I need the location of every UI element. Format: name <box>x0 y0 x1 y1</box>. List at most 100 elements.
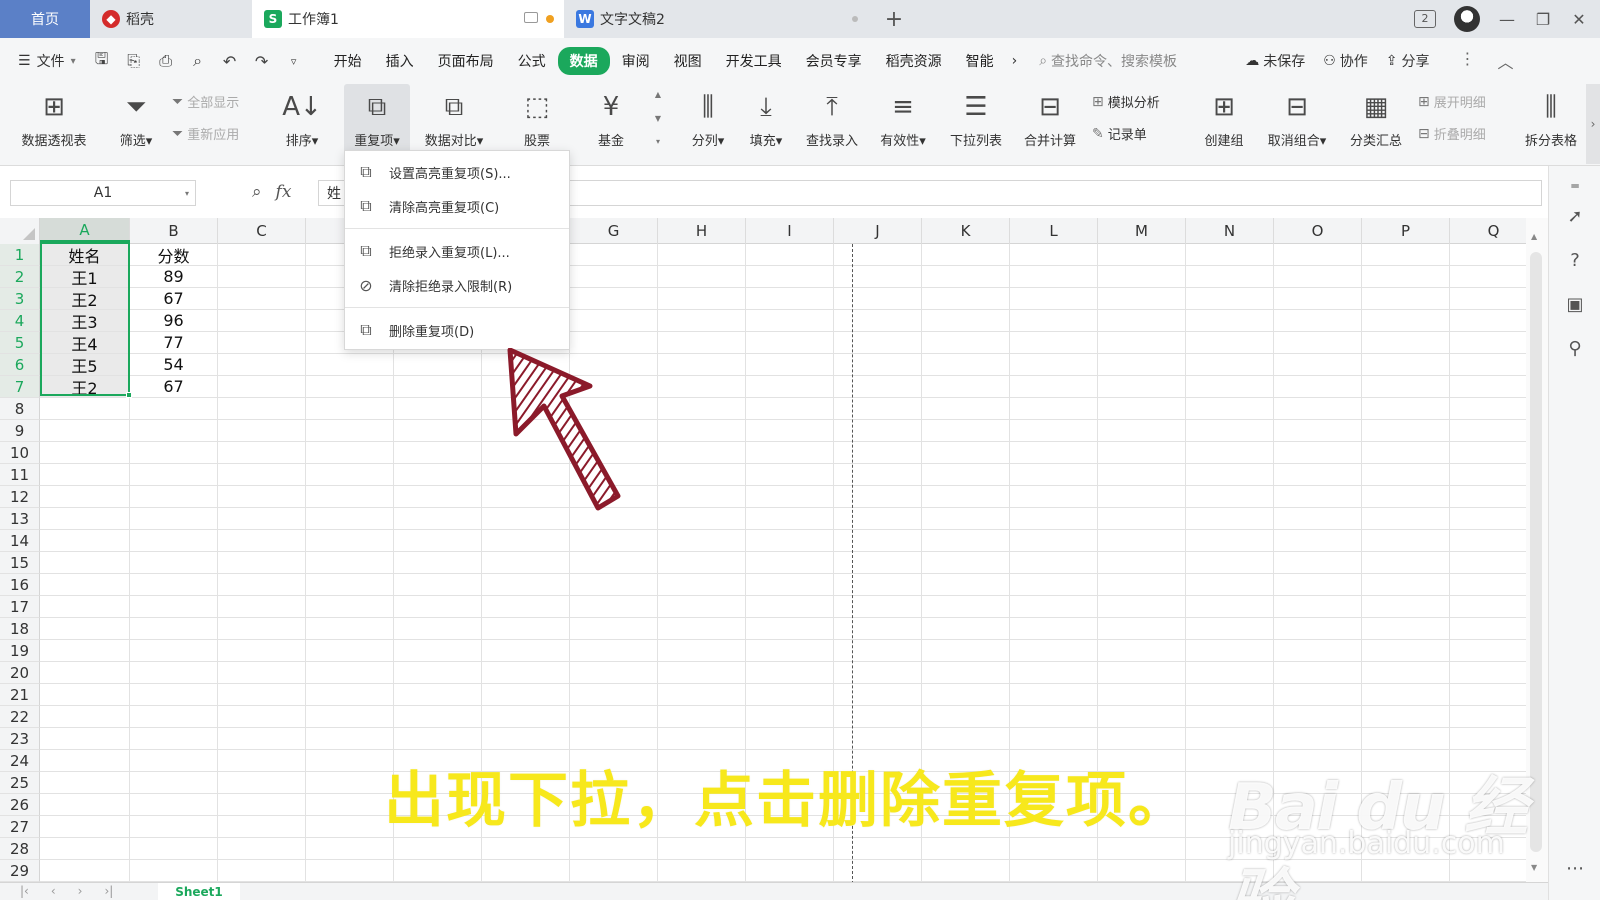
row-header-3[interactable]: 3 <box>0 288 40 310</box>
menu-item-clear-reject-restriction[interactable]: ⊘ 清除拒绝录入限制(R) <box>345 268 569 302</box>
row-header-16[interactable]: 16 <box>0 574 40 596</box>
more-tabs-icon[interactable]: › <box>1006 53 1024 69</box>
ribbon-scroll-right-icon[interactable]: › <box>1586 84 1600 164</box>
row-header-21[interactable]: 21 <box>0 684 40 706</box>
tab-menu-1[interactable]: 插入 <box>374 47 426 75</box>
row-header-24[interactable]: 24 <box>0 750 40 772</box>
name-box[interactable]: A1 ▾ <box>10 180 196 206</box>
column-header-k[interactable]: K <box>922 218 1010 244</box>
unsaved-button[interactable]: ☁ 未保存 <box>1245 51 1305 71</box>
split-table-button[interactable]: ⫼ 拆分表格 <box>1520 84 1582 164</box>
column-header-i[interactable]: I <box>746 218 834 244</box>
row-header-23[interactable]: 23 <box>0 728 40 750</box>
scroll-up-icon[interactable]: ▲ <box>655 90 661 99</box>
tab-workbook[interactable]: S 工作簿1 <box>252 0 564 38</box>
row-header-15[interactable]: 15 <box>0 552 40 574</box>
cell-a1[interactable]: 姓名 <box>40 244 129 266</box>
file-menu-button[interactable]: ☰ 文件 ▾ <box>0 51 92 71</box>
cell-a4[interactable]: 王3 <box>40 310 129 332</box>
row-header-29[interactable]: 29 <box>0 860 40 882</box>
column-header-n[interactable]: N <box>1186 218 1274 244</box>
ungroup-button[interactable]: ⊟ 取消组合▾ <box>1260 84 1334 164</box>
zoom-search-icon[interactable]: ⌕ <box>252 182 262 202</box>
consolidate-button[interactable]: ⊟ 合并计算 <box>1018 84 1082 164</box>
row-header-18[interactable]: 18 <box>0 618 40 640</box>
menu-item-reject-duplicate-entry[interactable]: ⧉ 拒绝录入重复项(L)... <box>345 234 569 268</box>
column-header-a[interactable]: A <box>40 218 130 244</box>
cell-b6[interactable]: 54 <box>130 354 217 375</box>
menu-item-delete-duplicates[interactable]: ⧉ 删除重复项(D) <box>345 313 569 347</box>
tab-menu-2[interactable]: 页面布局 <box>426 47 506 75</box>
cell-b4[interactable]: 96 <box>130 310 217 331</box>
export-icon[interactable]: ⎘ <box>124 51 144 71</box>
vertical-scrollbar[interactable]: ▲ ▼ <box>1526 218 1548 882</box>
scroll-down-icon[interactable]: ▼ <box>655 114 661 123</box>
redo-icon[interactable]: ↷ <box>252 51 272 71</box>
collapse-detail-button[interactable]: ⊟ 折叠明细 <box>1418 124 1486 144</box>
scrollbar-thumb[interactable] <box>1530 252 1542 852</box>
tab-menu-9[interactable]: 稻壳资源 <box>874 47 954 75</box>
dropdown-list-button[interactable]: ☰ 下拉列表 <box>944 84 1008 164</box>
column-header-o[interactable]: O <box>1274 218 1362 244</box>
image-tool-icon[interactable]: ▣ <box>1563 292 1587 316</box>
new-tab-button[interactable]: + <box>874 0 914 38</box>
close-icon[interactable]: ✕ <box>1570 10 1588 29</box>
sidebar-collapse-icon[interactable]: ═ <box>1563 174 1587 198</box>
pivot-table-button[interactable]: ⊞ 数据透视表 <box>14 84 94 164</box>
row-header-6[interactable]: 6 <box>0 354 40 376</box>
row-header-19[interactable]: 19 <box>0 640 40 662</box>
fill-handle[interactable] <box>126 392 132 398</box>
create-group-button[interactable]: ⊞ 创建组 <box>1196 84 1252 164</box>
undo-icon[interactable]: ↶ <box>220 51 240 71</box>
avatar[interactable] <box>1454 6 1480 32</box>
cell-a3[interactable]: 王2 <box>40 288 129 310</box>
collab-button[interactable]: ⚇ 协作 <box>1323 51 1368 71</box>
next-sheet-icon[interactable]: › <box>78 884 83 898</box>
tab-menu-7[interactable]: 开发工具 <box>714 47 794 75</box>
show-all-button[interactable]: ⏷ 全部显示 <box>172 92 239 112</box>
fill-button[interactable]: ⤓ 填充▾ <box>738 84 794 164</box>
row-header-2[interactable]: 2 <box>0 266 40 288</box>
tab-menu-10[interactable]: 智能 <box>954 47 1006 75</box>
row-header-17[interactable]: 17 <box>0 596 40 618</box>
collapse-ribbon-icon[interactable]: ︿ <box>1498 49 1514 73</box>
tab-daoke[interactable]: ◆ 稻壳 <box>90 0 252 38</box>
gallery-expand-icon[interactable]: ▾ <box>656 137 660 146</box>
what-if-analysis-button[interactable]: ⊞ 模拟分析 <box>1092 92 1160 112</box>
cell-a7[interactable]: 王2 <box>40 376 129 398</box>
tab-menu-0[interactable]: 开始 <box>322 47 374 75</box>
scroll-down-icon[interactable]: ▼ <box>1531 863 1537 872</box>
expand-detail-button[interactable]: ⊞ 展开明细 <box>1418 92 1486 112</box>
column-header-m[interactable]: M <box>1098 218 1186 244</box>
share-button[interactable]: ⇪ 分享 <box>1386 51 1430 71</box>
last-sheet-icon[interactable]: ›| <box>104 884 113 898</box>
menu-item-clear-highlight-duplicates[interactable]: ⧉ 清除高亮重复项(C) <box>345 189 569 223</box>
row-header-20[interactable]: 20 <box>0 662 40 684</box>
tab-document[interactable]: W 文字文稿2 <box>564 0 874 38</box>
row-header-27[interactable]: 27 <box>0 816 40 838</box>
row-header-22[interactable]: 22 <box>0 706 40 728</box>
column-header-p[interactable]: P <box>1362 218 1450 244</box>
row-header-10[interactable]: 10 <box>0 442 40 464</box>
cell-b7[interactable]: 67 <box>130 376 217 397</box>
cell-b3[interactable]: 67 <box>130 288 217 309</box>
fund-button[interactable]: ¥ 基金 <box>580 84 642 164</box>
cell-a5[interactable]: 王4 <box>40 332 129 354</box>
column-header-l[interactable]: L <box>1010 218 1098 244</box>
fx-icon[interactable]: fx <box>276 182 292 202</box>
row-header-7[interactable]: 7 <box>0 376 40 398</box>
record-form-button[interactable]: ✎ 记录单 <box>1092 124 1147 144</box>
filter-button[interactable]: ⏷ 筛选▾ <box>108 84 164 164</box>
menu-item-set-highlight-duplicates[interactable]: ⧉ 设置高亮重复项(S)... <box>345 155 569 189</box>
column-header-c[interactable]: C <box>218 218 306 244</box>
window-count-badge[interactable]: 2 <box>1414 10 1436 28</box>
row-header-26[interactable]: 26 <box>0 794 40 816</box>
prev-sheet-icon[interactable]: ‹ <box>51 884 56 898</box>
restore-icon[interactable]: ❐ <box>1534 10 1552 29</box>
cell-b5[interactable]: 77 <box>130 332 217 353</box>
sheet-tab[interactable]: Sheet1 <box>158 883 240 900</box>
more-icon[interactable]: ⋯ <box>1563 856 1587 880</box>
column-header-j[interactable]: J <box>834 218 922 244</box>
subtotal-button[interactable]: ▦ 分类汇总 <box>1344 84 1408 164</box>
backup-icon[interactable]: ⚲ <box>1563 336 1587 360</box>
